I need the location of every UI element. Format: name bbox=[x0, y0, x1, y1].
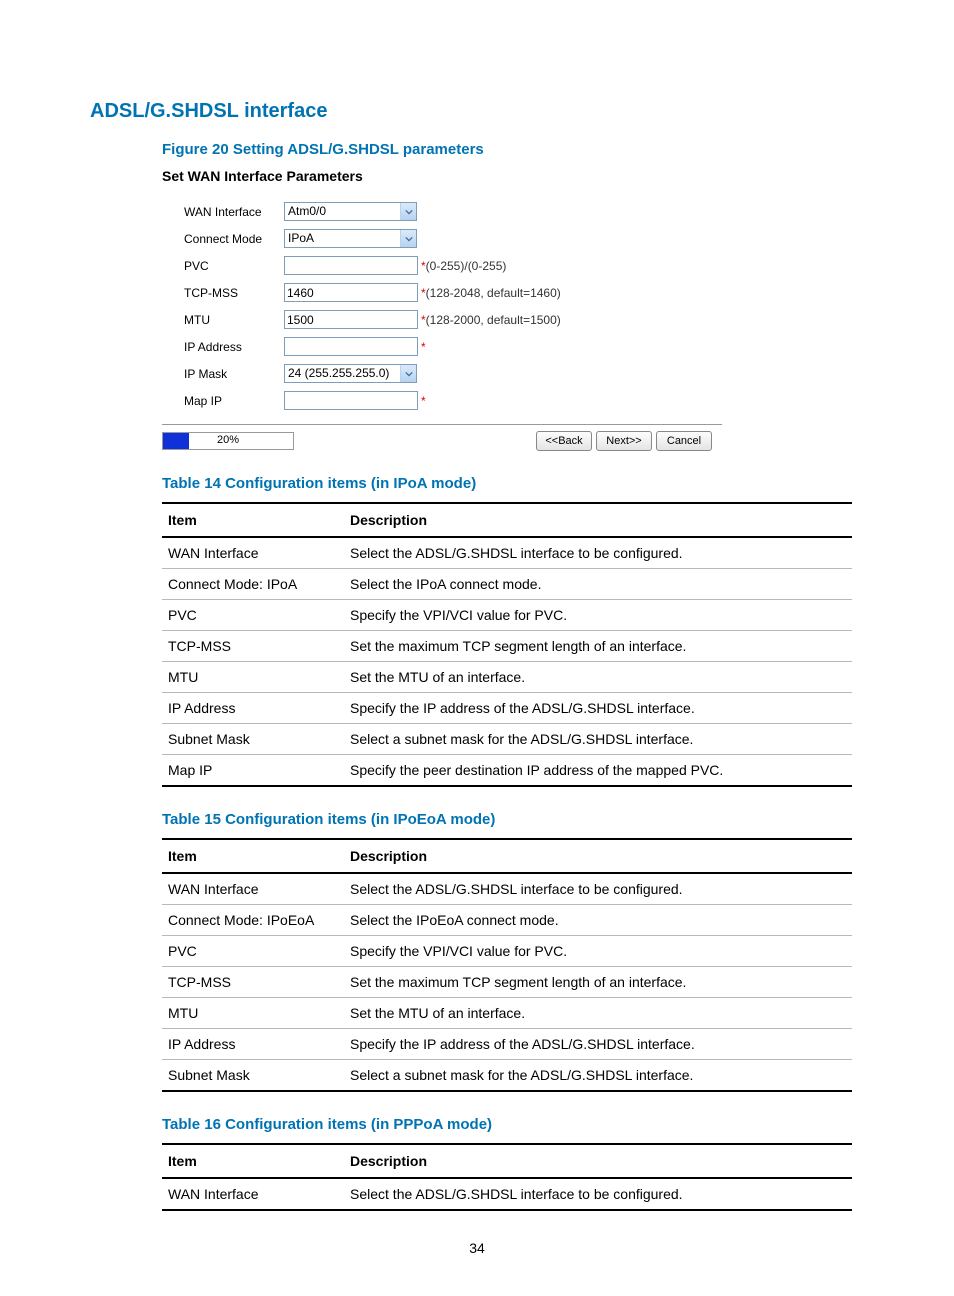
table15-caption: Table 15 Configuration items (in IPoEoA … bbox=[162, 811, 864, 828]
label-pvc: PVC bbox=[162, 259, 284, 273]
table-row: Map IPSpecify the peer destination IP ad… bbox=[162, 755, 852, 787]
table-row: Connect Mode: IPoEoASelect the IPoEoA co… bbox=[162, 905, 852, 936]
table-row: TCP-MSSSet the maximum TCP segment lengt… bbox=[162, 967, 852, 998]
ipaddr-input[interactable] bbox=[284, 337, 418, 356]
back-button[interactable]: <<Back bbox=[536, 431, 592, 451]
tcpmss-input[interactable] bbox=[284, 283, 418, 302]
progress-label: 20% bbox=[163, 434, 293, 446]
wan-interface-select[interactable]: Atm0/0 bbox=[284, 202, 417, 221]
page-number: 34 bbox=[0, 1240, 954, 1256]
table-row: WAN InterfaceSelect the ADSL/G.SHDSL int… bbox=[162, 537, 852, 569]
table-row: PVCSpecify the VPI/VCI value for PVC. bbox=[162, 600, 852, 631]
next-button[interactable]: Next>> bbox=[596, 431, 652, 451]
table-row: IP AddressSpecify the IP address of the … bbox=[162, 1029, 852, 1060]
th-item: Item bbox=[162, 503, 344, 537]
table-row: Subnet MaskSelect a subnet mask for the … bbox=[162, 1060, 852, 1092]
table-row: IP AddressSpecify the IP address of the … bbox=[162, 693, 852, 724]
th-desc: Description bbox=[344, 1144, 852, 1178]
th-item: Item bbox=[162, 839, 344, 873]
hint-ipaddr: * bbox=[419, 340, 426, 354]
wan-interface-value: Atm0/0 bbox=[285, 203, 400, 220]
table14-caption: Table 14 Configuration items (in IPoA mo… bbox=[162, 475, 864, 492]
chevron-down-icon bbox=[400, 365, 416, 382]
chevron-down-icon bbox=[400, 203, 416, 220]
table16: Item Description WAN InterfaceSelect the… bbox=[162, 1143, 852, 1211]
th-desc: Description bbox=[344, 839, 852, 873]
label-ipaddr: IP Address bbox=[162, 340, 284, 354]
table-row: MTUSet the MTU of an interface. bbox=[162, 662, 852, 693]
label-tcpmss: TCP-MSS bbox=[162, 286, 284, 300]
table-row: TCP-MSSSet the maximum TCP segment lengt… bbox=[162, 631, 852, 662]
table-row: WAN InterfaceSelect the ADSL/G.SHDSL int… bbox=[162, 873, 852, 905]
ipmask-value: 24 (255.255.255.0) bbox=[285, 365, 400, 382]
section-heading: ADSL/G.SHDSL interface bbox=[90, 100, 864, 123]
table-row: Subnet MaskSelect a subnet mask for the … bbox=[162, 724, 852, 755]
table16-caption: Table 16 Configuration items (in PPPoA m… bbox=[162, 1116, 864, 1133]
label-connect-mode: Connect Mode bbox=[162, 232, 284, 246]
pvc-input[interactable] bbox=[284, 256, 418, 275]
chevron-down-icon bbox=[400, 230, 416, 247]
wan-parameters-panel: Set WAN Interface Parameters WAN Interfa… bbox=[162, 168, 722, 451]
hint-mtu: *(128-2000, default=1500) bbox=[419, 313, 561, 327]
ipmask-select[interactable]: 24 (255.255.255.0) bbox=[284, 364, 417, 383]
th-desc: Description bbox=[344, 503, 852, 537]
cancel-button[interactable]: Cancel bbox=[656, 431, 712, 451]
table-row: Connect Mode: IPoASelect the IPoA connec… bbox=[162, 569, 852, 600]
table-row: WAN InterfaceSelect the ADSL/G.SHDSL int… bbox=[162, 1178, 852, 1210]
label-mapip: Map IP bbox=[162, 394, 284, 408]
table-row: PVCSpecify the VPI/VCI value for PVC. bbox=[162, 936, 852, 967]
hint-mapip: * bbox=[419, 394, 426, 408]
progress-bar: 20% bbox=[162, 432, 294, 450]
mtu-input[interactable] bbox=[284, 310, 418, 329]
table-row: MTUSet the MTU of an interface. bbox=[162, 998, 852, 1029]
hint-tcpmss: *(128-2048, default=1460) bbox=[419, 286, 561, 300]
hint-pvc: **(0-255)/(0-255)(0-255)/(0-255) bbox=[419, 259, 506, 273]
label-mtu: MTU bbox=[162, 313, 284, 327]
figure-caption: Figure 20 Setting ADSL/G.SHDSL parameter… bbox=[162, 141, 864, 158]
label-wan-interface: WAN Interface bbox=[162, 205, 284, 219]
th-item: Item bbox=[162, 1144, 344, 1178]
connect-mode-value: IPoA bbox=[285, 230, 400, 247]
connect-mode-select[interactable]: IPoA bbox=[284, 229, 417, 248]
table14: Item Description WAN InterfaceSelect the… bbox=[162, 502, 852, 787]
label-ipmask: IP Mask bbox=[162, 367, 284, 381]
table15: Item Description WAN InterfaceSelect the… bbox=[162, 838, 852, 1092]
panel-title: Set WAN Interface Parameters bbox=[162, 168, 722, 184]
mapip-input[interactable] bbox=[284, 391, 418, 410]
